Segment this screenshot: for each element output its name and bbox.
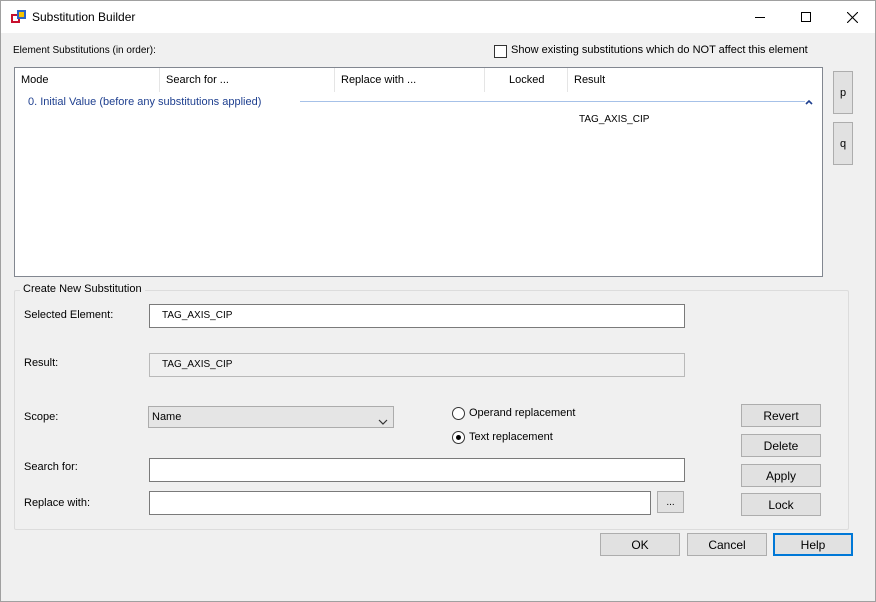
group-header-initial-value[interactable]: 0. Initial Value (before any substitutio…: [28, 96, 261, 108]
cancel-button[interactable]: Cancel: [687, 533, 767, 556]
text-replacement-radio[interactable]: [452, 431, 465, 444]
column-header-mode[interactable]: Mode: [15, 68, 160, 92]
ok-button[interactable]: OK: [600, 533, 680, 556]
column-header-replace-with[interactable]: Replace with ...: [335, 68, 485, 92]
close-button[interactable]: [829, 1, 875, 33]
result-field: TAG_AXIS_CIP: [149, 353, 685, 377]
radio-selected-dot: [456, 435, 461, 440]
operand-replacement-radio[interactable]: [452, 407, 465, 420]
chevron-up-icon[interactable]: [804, 96, 814, 106]
show-existing-checkbox[interactable]: [494, 45, 507, 58]
move-down-button[interactable]: q: [833, 122, 853, 165]
operand-replacement-label[interactable]: Operand replacement: [469, 407, 575, 419]
chevron-down-icon: [378, 413, 388, 425]
minimize-button[interactable]: [737, 1, 783, 33]
apply-button[interactable]: Apply: [741, 464, 821, 487]
app-icon: [11, 10, 26, 24]
scope-dropdown[interactable]: Name: [148, 406, 394, 428]
revert-button[interactable]: Revert: [741, 404, 821, 427]
scope-value: Name: [152, 411, 182, 423]
selected-element-label: Selected Element:: [24, 309, 114, 321]
column-header-search-for[interactable]: Search for ...: [160, 68, 335, 92]
search-for-input[interactable]: [149, 458, 685, 482]
browse-button[interactable]: ...: [657, 491, 684, 513]
result-label: Result:: [24, 357, 59, 369]
scope-label: Scope:: [24, 411, 59, 423]
replace-with-label: Replace with:: [24, 497, 91, 509]
replace-with-input[interactable]: [149, 491, 651, 515]
element-substitutions-label: Element Substitutions (in order):: [13, 45, 156, 56]
title-bar[interactable]: Substitution Builder: [1, 1, 875, 33]
maximize-button[interactable]: [783, 1, 829, 33]
search-for-label: Search for:: [24, 461, 78, 473]
group-result-cell: TAG_AXIS_CIP: [579, 114, 650, 125]
maximize-icon: [801, 12, 811, 22]
minimize-icon: [755, 12, 765, 22]
group-divider: [300, 101, 805, 102]
column-header-result[interactable]: Result: [568, 68, 688, 92]
close-icon: [846, 11, 858, 23]
help-button[interactable]: Help: [773, 533, 853, 556]
show-existing-label[interactable]: Show existing substitutions which do NOT…: [511, 44, 808, 56]
window-title: Substitution Builder: [32, 10, 136, 24]
lock-button[interactable]: Lock: [741, 493, 821, 516]
move-up-button[interactable]: p: [833, 71, 853, 114]
substitutions-list[interactable]: Mode Search for ... Replace with ... Loc…: [14, 67, 823, 277]
selected-element-field[interactable]: TAG_AXIS_CIP: [149, 304, 685, 328]
create-substitution-title: Create New Substitution: [20, 283, 145, 295]
text-replacement-label[interactable]: Text replacement: [469, 431, 553, 443]
delete-button[interactable]: Delete: [741, 434, 821, 457]
column-header-locked[interactable]: Locked: [485, 68, 568, 92]
substitution-builder-window: Substitution Builder Element Substitutio…: [0, 0, 876, 602]
